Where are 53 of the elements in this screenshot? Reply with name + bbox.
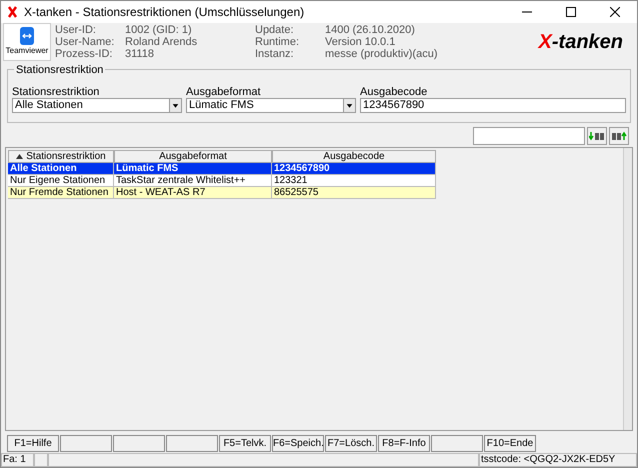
blank-function-key <box>60 435 112 452</box>
table-cell: Nur Fremde Stationen <box>8 187 114 199</box>
function-key-button[interactable]: F8=F-Info <box>378 435 430 452</box>
info-label: Instanz: <box>255 48 295 60</box>
field-label: Stationsrestriktion <box>12 85 100 98</box>
vertical-scrollbar[interactable] <box>623 148 632 430</box>
table-row[interactable]: Alle Stationen Lümatic FMS 1234567890 <box>8 163 436 175</box>
table-cell: Host - WEAT-AS R7 <box>114 187 272 199</box>
input-field[interactable]: 1234567890 <box>360 98 626 113</box>
info-label: User-ID: <box>55 24 97 36</box>
function-key-button[interactable]: F7=Lösch. <box>325 435 377 452</box>
info-label: User-Name: <box>55 36 116 48</box>
blank-function-key <box>113 435 165 452</box>
column-header[interactable]: Ausgabecode <box>272 150 436 163</box>
blank-function-key <box>166 435 218 452</box>
column-header[interactable]: Stationsrestriktion <box>8 150 114 163</box>
dropdown-field[interactable]: Alle Stationen <box>12 98 182 113</box>
function-key-button[interactable]: F6=Speich. <box>272 435 324 452</box>
search-field[interactable] <box>473 127 585 145</box>
info-value: 31118 <box>125 48 155 60</box>
window-title: X-tanken - Stationsrestriktionen (Umschlüsselungen) <box>24 4 304 21</box>
table-row[interactable]: Nur Eigene Stationen TaskStar zentrale Whitelist++ 123321 <box>8 175 436 187</box>
info-value: Roland Arends <box>125 36 198 48</box>
info-value: 1002 (GID: 1) <box>125 24 193 36</box>
table-cell: 86525575 <box>272 187 436 199</box>
app-logo-icon <box>7 6 18 18</box>
column-header[interactable]: Ausgabeformat <box>114 150 272 163</box>
status-right: tsstcode: <QGQ2-JX2K-ED5Y <box>479 453 637 467</box>
info-value: messe (produktiv)(acu) <box>325 48 438 60</box>
function-key-button[interactable]: F5=Telvk. <box>219 435 271 452</box>
find-previous-icon <box>611 131 627 141</box>
info-value: 1400 (26.10.2020) <box>325 24 416 36</box>
status-left: Fa: 1 <box>1 453 34 467</box>
info-label: Prozess-ID: <box>55 48 114 60</box>
dropdown-field[interactable]: Lümatic FMS <box>186 98 356 113</box>
field-label: Ausgabeformat <box>186 85 262 98</box>
info-label: Update: <box>255 24 295 36</box>
sort-ascending-icon <box>16 154 24 159</box>
function-key-button[interactable]: F10=Ende <box>484 435 536 452</box>
find-next-button[interactable] <box>587 127 607 145</box>
teamviewer-icon <box>20 27 34 45</box>
find-previous-button[interactable] <box>609 127 629 145</box>
function-key-button[interactable]: F1=Hilfe <box>7 435 59 452</box>
blank-function-key <box>431 435 483 452</box>
find-next-icon <box>589 131 605 141</box>
app-logo: X-tanken <box>538 30 623 55</box>
close-icon[interactable] <box>610 7 620 17</box>
maximize-icon[interactable] <box>566 7 576 17</box>
field-label: Ausgabecode <box>360 85 428 98</box>
info-value: Version 10.0.1 <box>325 36 396 48</box>
teamviewer-button[interactable]: Teamviewer <box>3 23 51 61</box>
table-row[interactable]: Nur Fremde Stationen Host - WEAT-AS R7 86525575 <box>8 187 436 199</box>
info-label: Runtime: <box>255 36 300 48</box>
